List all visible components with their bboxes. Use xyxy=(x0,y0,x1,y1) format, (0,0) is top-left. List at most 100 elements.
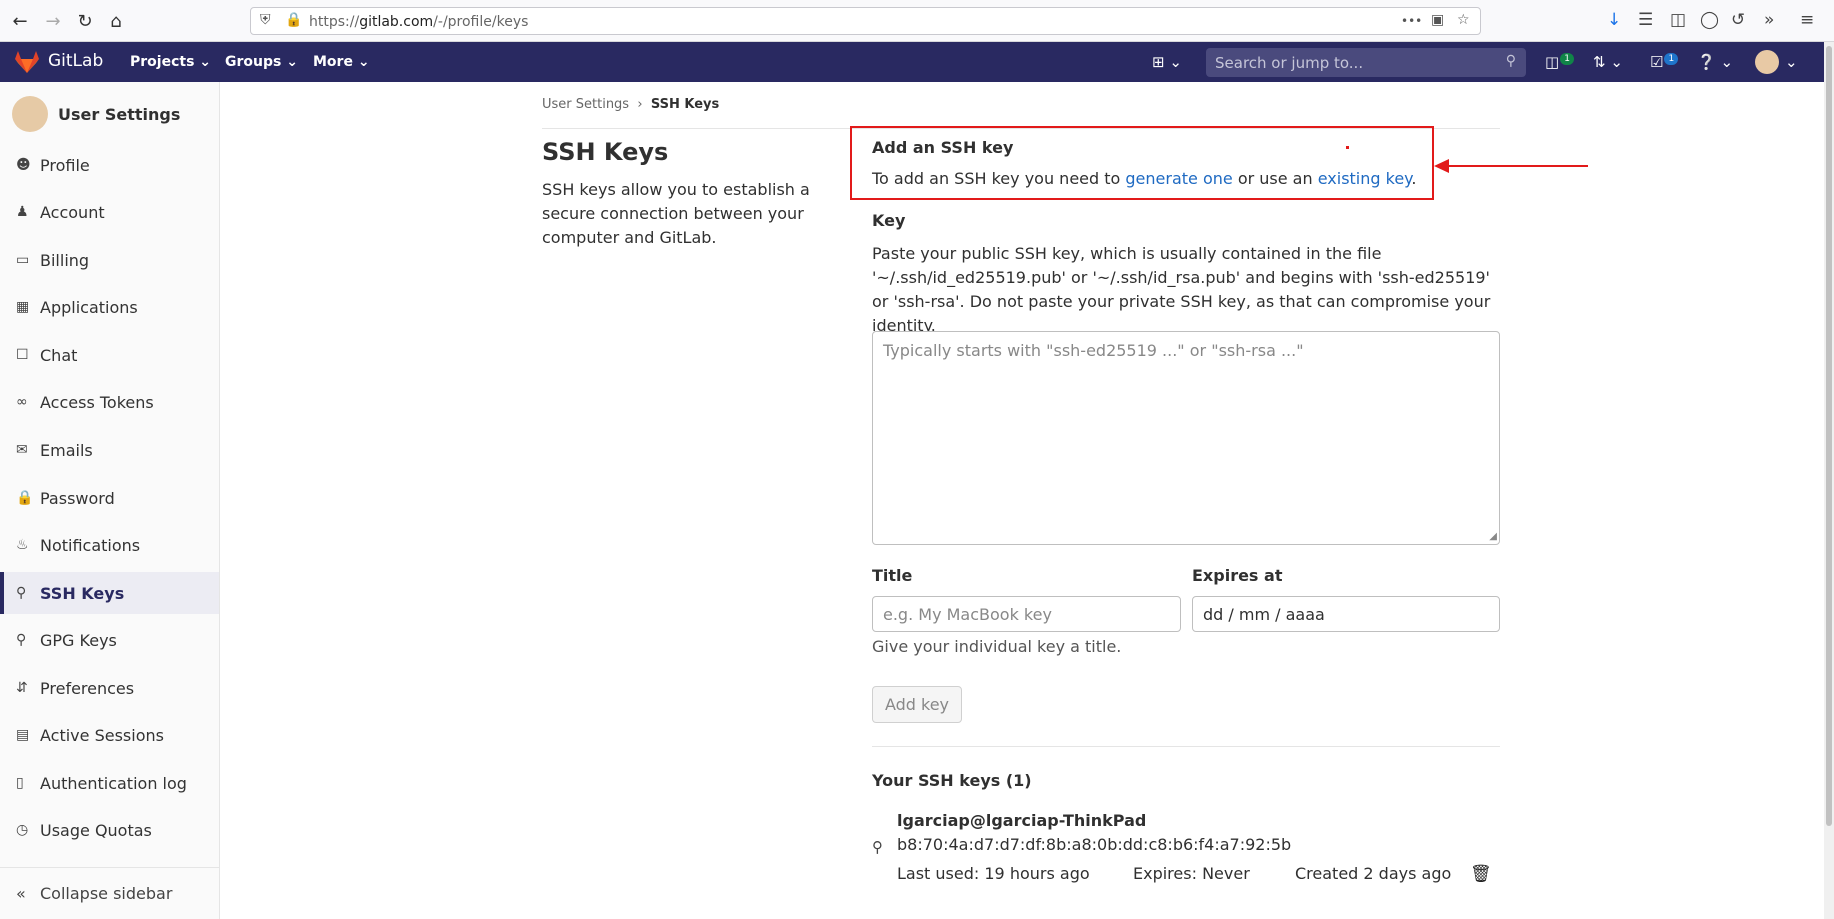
overflow-chevron-icon[interactable]: » xyxy=(1764,10,1774,30)
key-help-text: Paste your public SSH key, which is usua… xyxy=(872,244,1491,335)
account-circle-icon[interactable]: ◯ xyxy=(1700,10,1719,30)
gitlab-brand[interactable]: GitLab xyxy=(48,51,103,71)
breadcrumb-current[interactable]: SSH Keys xyxy=(651,97,719,112)
sidebar-item-active-sessions[interactable]: ▤ Active Sessions xyxy=(0,714,219,756)
forward-icon[interactable]: → xyxy=(40,8,66,34)
avatar xyxy=(12,96,48,132)
scrollbar-thumb[interactable] xyxy=(1826,46,1832,826)
search-input[interactable]: Search or jump to... ⚲ xyxy=(1206,48,1526,77)
existing-key-link[interactable]: existing key xyxy=(1318,169,1412,188)
sidebar-item-preferences[interactable]: ⇵ Preferences xyxy=(0,667,219,709)
todos-icon[interactable]: ☑ 1 xyxy=(1650,53,1679,71)
resize-handle-icon[interactable]: ◢ xyxy=(1489,531,1497,542)
add-key-button[interactable]: Add key xyxy=(872,686,962,723)
page-description: SSH keys allow you to establish a secure… xyxy=(542,180,810,247)
user-avatar[interactable] xyxy=(1755,50,1779,74)
key-icon: ⚲ xyxy=(16,632,27,648)
sidebar-item-authentication-log[interactable]: ▯ Authentication log xyxy=(0,762,219,804)
sidebar-item-access-tokens[interactable]: ∞ Access Tokens xyxy=(0,381,219,423)
annotation-arrow-head xyxy=(1434,159,1449,173)
sidebar-item-usage-quotas[interactable]: ◷ Usage Quotas xyxy=(0,809,219,851)
sidebar-item-notifications[interactable]: ♨ Notifications xyxy=(0,524,219,566)
key-icon: ⚲ xyxy=(16,585,27,601)
section-divider xyxy=(872,746,1500,747)
expires-label: Expires at xyxy=(1192,566,1283,585)
account-icon: ♟ xyxy=(16,204,29,220)
profile-icon: ☻ xyxy=(16,157,31,173)
key-icon: ⚲ xyxy=(872,838,883,856)
sidebar-item-gpg-keys[interactable]: ⚲ GPG Keys xyxy=(0,619,219,661)
sidebar-item-chat[interactable]: ☐ Chat xyxy=(0,334,219,376)
ssh-key-last-used: Last used: 19 hours ago xyxy=(897,864,1090,883)
sidebar-item-password[interactable]: 🔒 Password xyxy=(0,477,219,519)
billing-icon: ▭ xyxy=(16,252,30,268)
url-bar[interactable]: ⛨ 🔒 https://gitlab.com/-/profile/keys ••… xyxy=(250,7,1481,35)
applications-icon: ▦ xyxy=(16,299,30,315)
delete-key-trash-icon[interactable]: 🗑 xyxy=(1470,864,1492,884)
lock-icon: 🔒 xyxy=(285,12,303,28)
ssh-key-expires: Expires: Never xyxy=(1133,864,1250,883)
groups-menu[interactable]: Groups ⌄ xyxy=(225,54,298,70)
home-icon[interactable]: ⌂ xyxy=(103,8,129,34)
projects-menu[interactable]: Projects ⌄ xyxy=(130,54,211,70)
generate-one-link[interactable]: generate one xyxy=(1125,169,1232,188)
library-icon[interactable]: ☰ xyxy=(1638,10,1653,30)
quota-icon: ◷ xyxy=(16,822,29,838)
page-actions-icon[interactable]: ••• xyxy=(1401,14,1422,28)
download-icon[interactable]: ↓ xyxy=(1607,10,1621,30)
ssh-key-created: Created 2 days ago xyxy=(1295,864,1452,883)
breadcrumb-parent-link[interactable]: User Settings xyxy=(542,97,629,112)
chat-icon: ☐ xyxy=(16,347,29,363)
key-label: Key xyxy=(872,211,906,230)
collapse-sidebar-button[interactable]: «Collapse sidebar xyxy=(0,867,219,919)
double-chevron-left-icon: « xyxy=(16,884,26,903)
ssh-key-fingerprint: b8:70:4a:d7:d7:df:8b:a8:0b:dd:c8:b6:f4:a… xyxy=(897,835,1292,854)
sidebar-item-ssh-keys[interactable]: ⚲ SSH Keys xyxy=(0,572,219,614)
monitor-icon: ▤ xyxy=(16,727,30,743)
bell-icon: ♨ xyxy=(16,537,29,553)
breadcrumb-separator: › xyxy=(637,97,643,112)
chevron-down-icon[interactable]: ⌄ xyxy=(1785,53,1798,71)
back-icon[interactable]: ← xyxy=(7,8,33,34)
log-icon: ▯ xyxy=(16,775,24,791)
sidebar-item-account[interactable]: ♟ Account xyxy=(0,191,219,233)
title-label: Title xyxy=(872,566,913,585)
url-text[interactable]: https://gitlab.com/-/profile/keys xyxy=(309,14,528,30)
history-icon[interactable]: ↺ xyxy=(1731,10,1745,30)
reload-icon[interactable]: ↻ xyxy=(72,8,98,34)
sidebar-item-applications[interactable]: ▦ Applications xyxy=(0,286,219,328)
browser-toolbar: ← → ↻ ⌂ ⛨ 🔒 https://gitlab.com/-/profile… xyxy=(0,0,1834,42)
sidebar-header[interactable]: User Settings xyxy=(12,94,180,134)
sidebar-item-profile[interactable]: ☻ Profile xyxy=(0,144,219,186)
bookmark-star-icon[interactable]: ☆ xyxy=(1457,12,1470,28)
add-ssh-key-text: To add an SSH key you need to generate o… xyxy=(872,169,1417,188)
title-input[interactable]: e.g. My MacBook key xyxy=(872,596,1181,632)
page-title: SSH Keys xyxy=(542,138,669,166)
title-hint: Give your individual key a title. xyxy=(872,637,1122,656)
more-menu[interactable]: More ⌄ xyxy=(313,54,370,70)
hamburger-menu-icon[interactable]: ≡ xyxy=(1800,10,1814,30)
sidebar-toggle-icon[interactable]: ◫ xyxy=(1670,10,1686,30)
expires-date-input[interactable]: dd / mm / aaaa xyxy=(1192,596,1500,632)
settings-sidebar: User Settings ☻ Profile ♟ Account ▭ Billing… xyxy=(0,82,220,919)
sidebar-item-emails[interactable]: ✉ Emails xyxy=(0,429,219,471)
ssh-key-title-link[interactable]: lgarciap@lgarciap-ThinkPad xyxy=(897,811,1146,830)
new-item-icon[interactable]: ⊞ ⌄ xyxy=(1152,53,1182,71)
help-icon[interactable]: ❔ ⌄ xyxy=(1697,53,1733,71)
annotation-arrow-line xyxy=(1448,165,1588,167)
annotation-dot xyxy=(1346,146,1349,149)
gitlab-header: GitLab Projects ⌄ Groups ⌄ More ⌄ ⊞ ⌄ Se… xyxy=(0,42,1824,82)
gitlab-logo-icon[interactable] xyxy=(14,50,40,74)
add-ssh-key-title: Add an SSH key xyxy=(872,138,1014,157)
token-icon: ∞ xyxy=(16,394,28,410)
search-icon: ⚲ xyxy=(1505,53,1516,69)
merge-requests-icon[interactable]: ⇅ ⌄ xyxy=(1593,53,1623,71)
breadcrumb: User Settings › SSH Keys xyxy=(542,97,719,112)
issues-icon[interactable]: ◫ 1 xyxy=(1545,53,1574,71)
pocket-icon[interactable]: ▣ xyxy=(1431,12,1444,28)
your-ssh-keys-heading: Your SSH keys (1) xyxy=(872,771,1032,790)
sidebar-item-billing[interactable]: ▭ Billing xyxy=(0,239,219,281)
key-textarea[interactable]: Typically starts with "ssh-ed25519 ..." … xyxy=(872,331,1500,545)
todos-badge: 1 xyxy=(1664,53,1679,65)
shield-icon[interactable]: ⛨ xyxy=(260,12,271,28)
